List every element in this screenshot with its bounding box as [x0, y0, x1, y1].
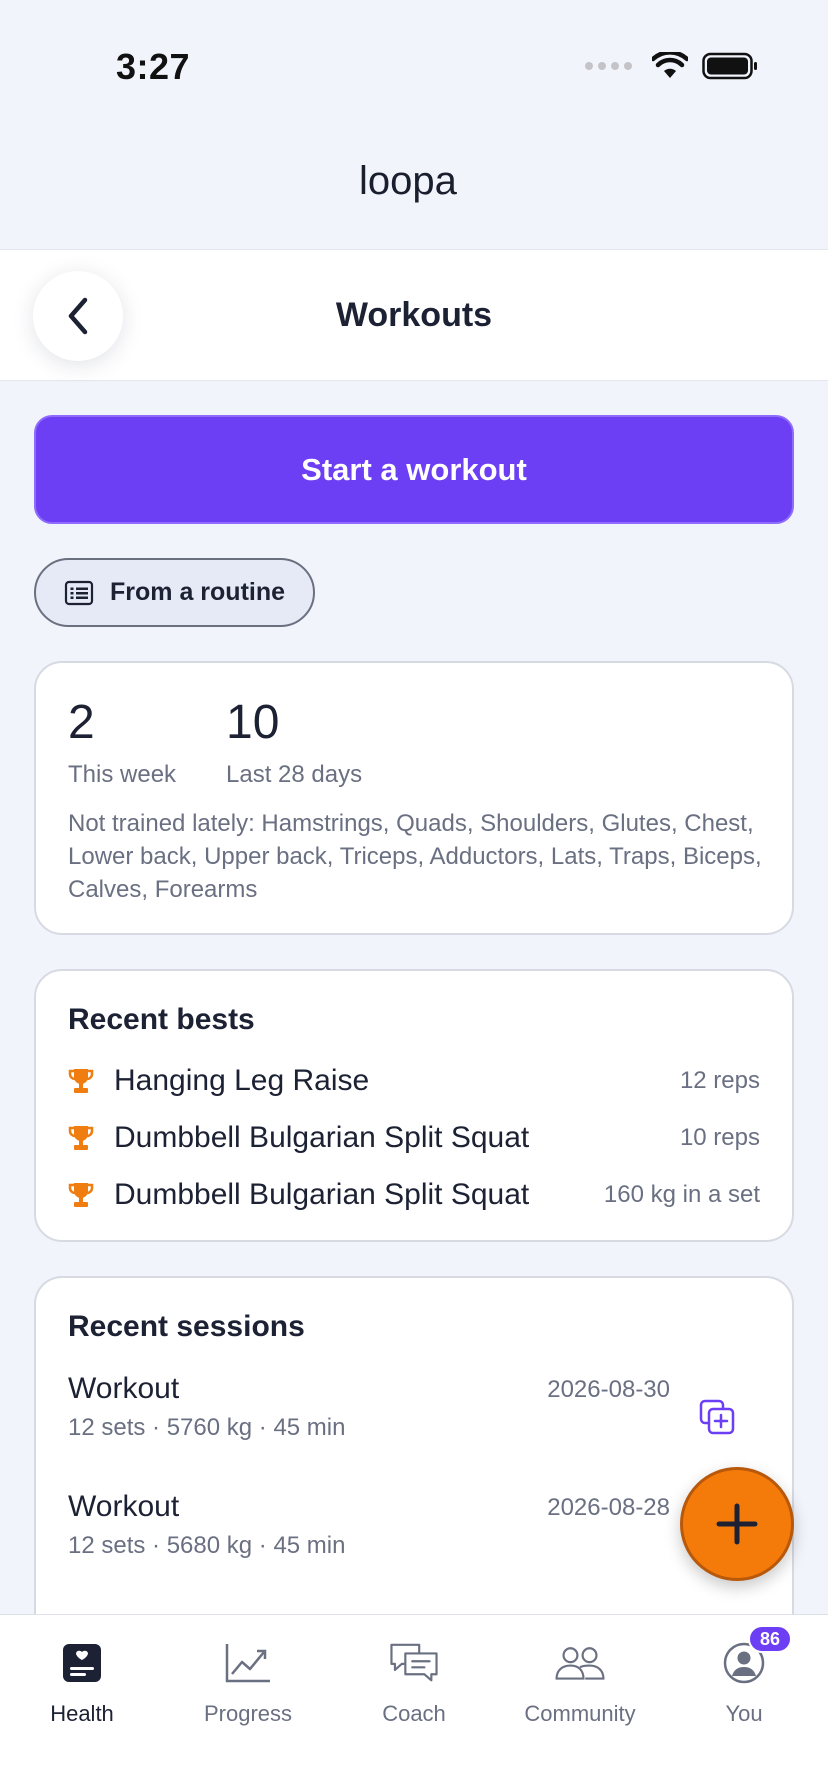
best-name: Hanging Leg Raise	[114, 1064, 370, 1097]
best-value: 10 reps	[679, 1124, 760, 1151]
best-name: Dumbbell Bulgarian Split Squat	[114, 1178, 530, 1211]
stats-card: 2 This week 10 Last 28 days Not trained …	[34, 661, 794, 935]
start-workout-button[interactable]: Start a workout	[34, 415, 794, 524]
recent-bests-heading: Recent bests	[68, 1003, 255, 1036]
session-date: 2026-08-30	[547, 1376, 670, 1403]
status-icons	[585, 52, 758, 80]
stat-this-week: 2 This week	[68, 699, 176, 789]
page-title: Workouts	[335, 296, 493, 334]
nav-you[interactable]: 86 You	[664, 1625, 824, 1727]
routine-label: From a routine	[110, 578, 286, 606]
best-name: Dumbbell Bulgarian Split Squat	[114, 1121, 530, 1154]
status-bar: 3:27	[0, 0, 828, 120]
logo-bar: loopa	[0, 120, 828, 250]
best-value: 160 kg in a set	[603, 1181, 760, 1208]
nav-progress[interactable]: Progress	[168, 1637, 328, 1727]
people-icon	[554, 1637, 606, 1689]
battery-icon	[702, 52, 757, 80]
chart-icon	[222, 1637, 274, 1689]
session-meta: 12 sets · 5760 kg · 45 min	[68, 1414, 346, 1441]
nav-health[interactable]: Health	[2, 1637, 162, 1727]
list-icon	[64, 580, 94, 605]
from-routine-button[interactable]: From a routine	[34, 558, 315, 627]
not-trained-text: Not trained lately: Hamstrings, Quads, S…	[68, 810, 762, 903]
app-logo: loopa	[359, 160, 458, 203]
stat-label: Last 28 days	[226, 761, 363, 788]
signal-icon	[585, 62, 632, 70]
health-icon	[56, 1637, 108, 1689]
best-item[interactable]: Dumbbell Bulgarian Split Squat 160 kg in…	[68, 1173, 760, 1217]
recent-bests-card: Recent bests Hanging Leg Raise 12 reps D…	[34, 969, 794, 1242]
stat-value: 10	[226, 696, 280, 749]
nav-community[interactable]: Community	[500, 1637, 660, 1727]
best-item[interactable]: Hanging Leg Raise 12 reps	[68, 1059, 760, 1103]
trophy-icon	[68, 1066, 96, 1096]
stat-last-28-days: 10 Last 28 days	[226, 699, 362, 789]
notification-badge: 86	[748, 1625, 792, 1653]
nav-label: Progress	[203, 1701, 293, 1726]
nav-label: Health	[50, 1701, 114, 1726]
trophy-icon	[68, 1123, 96, 1153]
best-value: 12 reps	[679, 1067, 760, 1094]
nav-label: You	[725, 1701, 763, 1726]
bottom-nav: Health Progress Coach Community 86 You	[0, 1614, 828, 1792]
add-button[interactable]	[680, 1467, 794, 1581]
trophy-icon	[68, 1180, 96, 1210]
stat-value: 2	[68, 696, 95, 749]
wifi-icon	[652, 52, 688, 78]
session-date: 2026-08-28	[547, 1494, 670, 1521]
nav-label: Coach	[382, 1701, 446, 1726]
logo-text: loopa	[359, 160, 458, 203]
status-time: 3:27	[116, 46, 191, 87]
duplicate-icon[interactable]	[698, 1398, 736, 1436]
recent-sessions-card: Recent sessions Workout 12 sets · 5760 k…	[34, 1276, 794, 1616]
chat-icon	[388, 1637, 440, 1689]
stat-label: This week	[68, 761, 177, 788]
recent-sessions-heading: Recent sessions	[68, 1310, 305, 1343]
session-item[interactable]: Workout 12 sets · 5680 kg · 45 min 2026-…	[68, 1490, 758, 1560]
nav-label: Community	[524, 1701, 636, 1726]
profile-icon: 86	[718, 1625, 792, 1689]
plus-icon	[716, 1503, 758, 1545]
session-item[interactable]: Workout 12 sets · 5760 kg · 45 min 2026-…	[68, 1372, 758, 1442]
page-header: Workouts	[0, 249, 828, 381]
nav-coach[interactable]: Coach	[334, 1637, 494, 1727]
best-item[interactable]: Dumbbell Bulgarian Split Squat 10 reps	[68, 1116, 760, 1160]
session-meta: 12 sets · 5680 kg · 45 min	[68, 1532, 346, 1559]
